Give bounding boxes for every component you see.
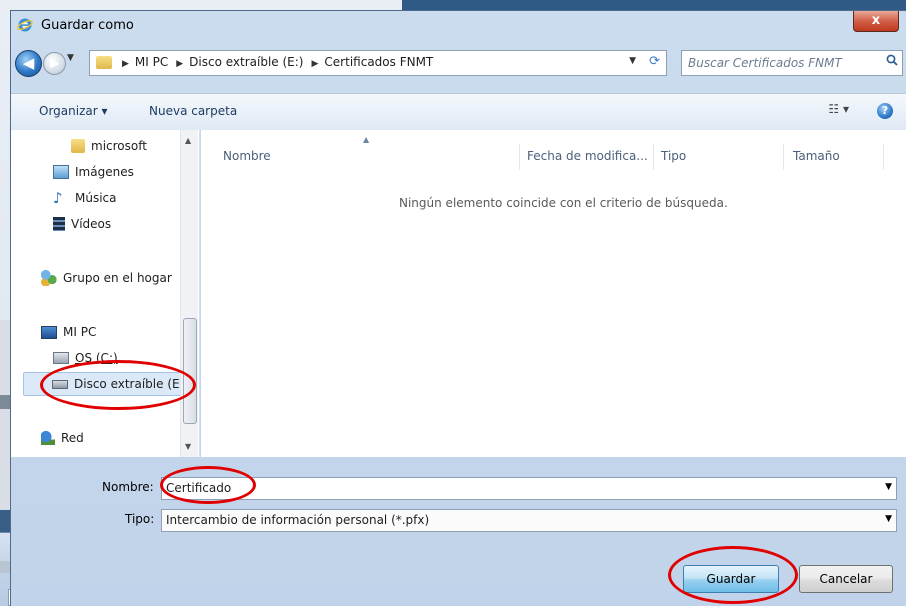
back-button[interactable]: ◀ (15, 50, 42, 77)
nav-item-label: Vídeos (71, 217, 112, 231)
scroll-down-icon[interactable]: ▼ (185, 442, 191, 451)
filename-label: Nombre: (102, 480, 154, 494)
folder-icon (96, 56, 112, 69)
file-type-dropdown-icon[interactable]: ▼ (885, 514, 892, 524)
column-divider[interactable] (783, 144, 784, 170)
homegroup-icon (41, 270, 57, 286)
scrollbar-thumb[interactable] (183, 318, 197, 424)
network-icon (41, 431, 55, 445)
nav-item-disco-extraible[interactable]: Disco extraíble (E (23, 372, 185, 396)
file-type-label: Tipo: (125, 512, 155, 526)
filename-field[interactable]: Certificado ▼ (161, 477, 897, 500)
nav-item-imagenes[interactable]: Imágenes (53, 161, 134, 183)
nav-item-mi-pc[interactable]: MI PC (41, 321, 96, 343)
breadcrumb-separator-icon: ▶ (176, 59, 184, 69)
pictures-icon (53, 165, 69, 179)
forward-button[interactable]: ▶ (43, 52, 66, 75)
nav-item-label: Disco extraíble (E (74, 377, 180, 391)
file-type-value[interactable]: Intercambio de información personal (*.p… (166, 513, 429, 527)
column-header-type[interactable]: Tipo (661, 149, 686, 163)
back-arrow-icon: ◀ (22, 54, 35, 72)
nav-item-label: Música (75, 191, 117, 205)
help-icon[interactable]: ? (877, 103, 893, 119)
window-title: Guardar como (41, 18, 134, 33)
nav-item-label: Grupo en el hogar (63, 271, 172, 285)
navigation-row: ◀ ▶ ▼ ▶ MI PC ▶ Disco extraíble (E:) ▶ Certif… (11, 48, 906, 78)
file-list: ▲ Nombre Fecha de modifica... Tipo Tamañ… (201, 130, 906, 457)
refresh-icon[interactable]: ⟳ (649, 54, 660, 69)
cancel-button[interactable]: Cancelar (799, 565, 893, 593)
breadcrumb-item-folder[interactable]: Certificados FNMT (324, 55, 433, 69)
filename-dropdown-icon[interactable]: ▼ (885, 482, 892, 492)
nav-item-videos[interactable]: Vídeos (53, 213, 111, 235)
computer-icon (41, 325, 57, 339)
column-divider[interactable] (519, 144, 520, 170)
filename-value[interactable]: Certificado (166, 481, 231, 495)
breadcrumb-separator-icon: ▶ (311, 59, 319, 69)
search-box[interactable] (681, 50, 903, 76)
save-button[interactable]: Guardar (683, 565, 779, 593)
nav-item-label: MI PC (63, 325, 97, 339)
navigation-pane: microsoft Imágenes ♪ Música Vídeos Grupo… (11, 130, 200, 457)
search-icon[interactable] (886, 54, 898, 66)
empty-message: Ningún elemento coincide con el criterio… (399, 196, 728, 210)
organize-button[interactable]: Organizar ▾ (39, 104, 108, 118)
save-as-dialog: Guardar como x ◀ ▶ ▼ ▶ MI PC ▶ Disco extraí… (10, 10, 906, 606)
internet-explorer-icon (17, 18, 33, 32)
column-header-name[interactable]: Nombre (223, 149, 271, 163)
hard-drive-icon (53, 352, 69, 364)
column-header-date[interactable]: Fecha de modifica... (527, 149, 648, 163)
forward-arrow-icon: ▶ (49, 56, 60, 70)
breadcrumb: ▶ MI PC ▶ Disco extraíble (E:) ▶ Certificados… (116, 55, 435, 69)
nav-item-musica[interactable]: ♪ Música (53, 187, 117, 209)
nav-item-label: Imágenes (75, 165, 134, 179)
nav-item-os-c[interactable]: OS (C:) (53, 347, 118, 369)
folder-icon (71, 139, 85, 153)
command-toolbar: Organizar ▾ Nueva carpeta ☷ ▾ ? (11, 93, 906, 131)
search-input[interactable] (686, 54, 870, 72)
title-bar: Guardar como x (11, 11, 906, 41)
column-divider[interactable] (883, 144, 884, 170)
address-bar[interactable]: ▶ MI PC ▶ Disco extraíble (E:) ▶ Certificados… (89, 50, 667, 76)
close-button[interactable]: x (853, 11, 899, 32)
breadcrumb-separator-icon: ▶ (122, 59, 129, 69)
nav-item-microsoft[interactable]: microsoft (71, 135, 147, 157)
breadcrumb-item-mi-pc[interactable]: MI PC (135, 55, 168, 69)
column-divider[interactable] (653, 144, 654, 170)
sort-ascending-icon: ▲ (363, 135, 370, 144)
nav-item-label: Red (61, 431, 84, 445)
breadcrumb-item-drive[interactable]: Disco extraíble (E:) (189, 55, 303, 69)
view-options-button[interactable]: ☷ ▾ (828, 102, 849, 116)
new-folder-button[interactable]: Nueva carpeta (149, 104, 237, 118)
removable-drive-icon (52, 379, 68, 389)
music-note-icon: ♪ (53, 189, 63, 207)
film-icon (53, 217, 65, 231)
nav-item-grupo-hogar[interactable]: Grupo en el hogar (41, 267, 172, 289)
recent-locations-dropdown-icon[interactable]: ▼ (67, 53, 74, 63)
nav-item-label: OS (C:) (75, 351, 118, 365)
address-dropdown-icon[interactable]: ▼ (629, 56, 636, 66)
scroll-up-icon[interactable]: ▲ (185, 136, 191, 145)
nav-item-label: microsoft (91, 139, 147, 153)
navigation-scrollbar[interactable]: ▲ ▼ (180, 130, 198, 457)
column-header-size[interactable]: Tamaño (793, 149, 840, 163)
nav-item-red[interactable]: Red (41, 427, 84, 449)
file-type-select[interactable]: Intercambio de información personal (*.p… (161, 509, 897, 532)
